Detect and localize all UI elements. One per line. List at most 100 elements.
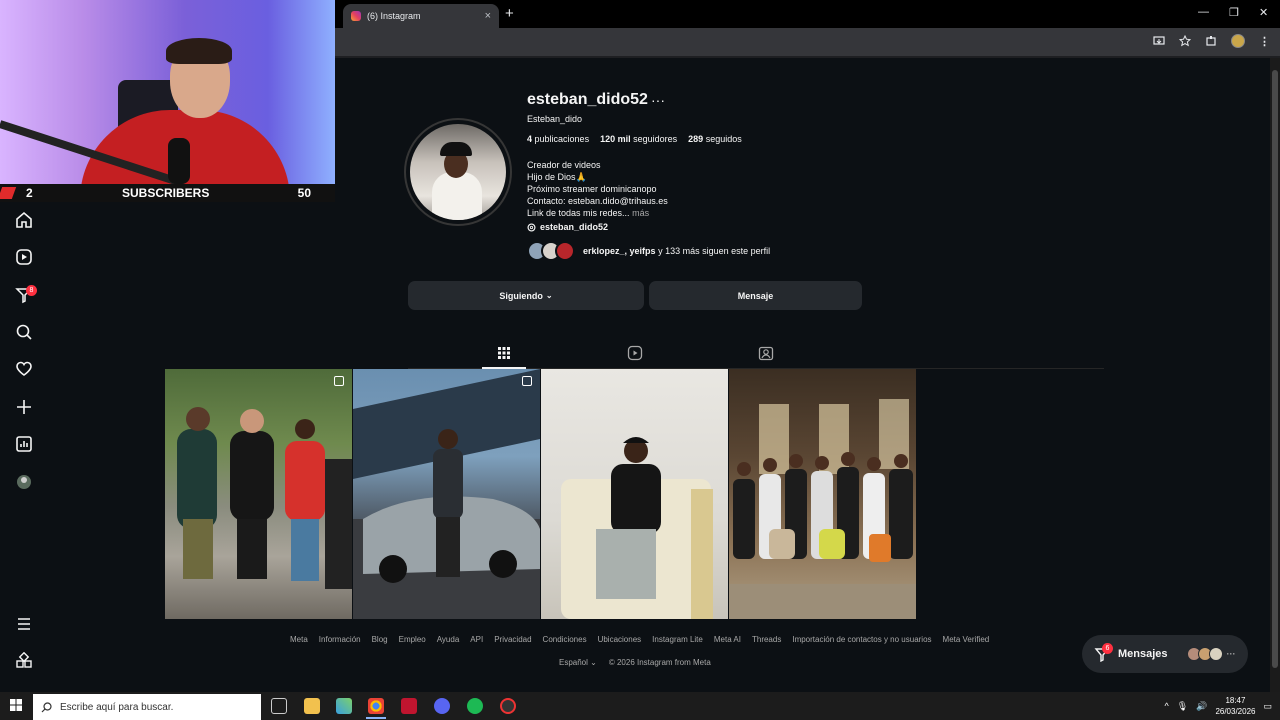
file-explorer-icon[interactable] <box>304 698 320 714</box>
microphone-icon[interactable]: 🎙 <box>1177 701 1188 712</box>
spotify-icon[interactable] <box>467 698 483 714</box>
chrome-icon[interactable] <box>368 698 384 714</box>
active-app-indicator <box>366 717 386 719</box>
footer-link[interactable]: Importación de contactos y no usuarios <box>792 635 931 644</box>
notifications-badge: 8 <box>26 285 37 296</box>
bio-line: Contacto: esteban.dido@trihaus.es <box>527 196 668 206</box>
chrome-divider <box>335 56 1280 58</box>
followed-by[interactable]: erklopez_, yeifps y 133 más siguen este … <box>527 241 770 261</box>
taskbar-search-input[interactable]: Escribe aquí para buscar. <box>33 694 261 720</box>
footer-link[interactable]: Threads <box>752 635 781 644</box>
minimize-button[interactable]: — <box>1198 6 1209 18</box>
avatar-cap <box>440 142 472 156</box>
dashboard-icon[interactable] <box>15 435 33 453</box>
bio-more-link[interactable]: más <box>632 208 649 218</box>
footer-link[interactable]: Condiciones <box>543 635 587 644</box>
tab-posts-grid-icon[interactable] <box>496 345 512 361</box>
create-icon[interactable] <box>15 398 33 416</box>
scrollbar-thumb[interactable] <box>1272 70 1278 668</box>
notification-center-icon[interactable]: ▭ <box>1263 701 1272 712</box>
restore-button[interactable]: ❐ <box>1229 6 1239 19</box>
tab-reels-icon[interactable] <box>627 345 643 361</box>
profile-icon[interactable] <box>15 473 33 491</box>
posts-stat: 4 publicaciones <box>527 134 589 144</box>
browser-profile-avatar[interactable] <box>1231 34 1245 48</box>
more-icon[interactable] <box>15 651 33 670</box>
store-icon[interactable] <box>336 698 352 714</box>
footer-link[interactable]: Privacidad <box>494 635 531 644</box>
footer-link[interactable]: Meta Verified <box>943 635 990 644</box>
copyright: © 2026 Instagram from Meta <box>608 658 711 667</box>
notifications-icon[interactable] <box>15 360 33 378</box>
tab-tagged-icon[interactable] <box>758 345 774 361</box>
footer-link[interactable]: Información <box>319 635 361 644</box>
clock-time: 18:47 <box>1225 696 1246 705</box>
new-tab-button[interactable]: + <box>505 5 514 22</box>
extensions-icon[interactable] <box>1205 35 1217 47</box>
language-select[interactable]: Español ⌄ <box>559 658 597 667</box>
chevron-down-icon: ⌄ <box>590 658 597 667</box>
footer-link[interactable]: API <box>470 635 483 644</box>
profile-options-button[interactable]: ··· <box>651 92 665 108</box>
footer-bottom: Español ⌄ © 2026 Instagram from Meta <box>559 658 711 667</box>
message-button-label: Mensaje <box>737 290 774 301</box>
footer-link[interactable]: Meta <box>290 635 308 644</box>
followed-by-text: erklopez_, yeifps y 133 más siguen este … <box>583 246 770 256</box>
task-view-icon[interactable] <box>271 698 287 714</box>
threads-link[interactable]: esteban_dido52 <box>527 222 608 232</box>
bookmark-star-icon[interactable] <box>1179 35 1191 47</box>
reels-icon[interactable] <box>15 248 33 266</box>
followed-by-names: erklopez_, yeifps <box>583 246 656 256</box>
taskbar-search-placeholder: Escribe aquí para buscar. <box>60 701 174 713</box>
menu-icon[interactable] <box>15 615 33 633</box>
language-label: Español <box>559 658 588 667</box>
messages-badge: 6 <box>1102 643 1113 654</box>
messages-button[interactable]: Mensajes ··· <box>1082 635 1248 673</box>
subscriber-count: 2 <box>26 186 33 200</box>
profile-avatar[interactable] <box>404 118 512 226</box>
message-button[interactable]: Mensaje <box>649 281 862 310</box>
home-icon[interactable] <box>15 211 33 229</box>
footer-link[interactable]: Meta AI <box>714 635 741 644</box>
close-window-button[interactable]: ✕ <box>1259 6 1268 19</box>
footer-link[interactable]: Ubicaciones <box>598 635 642 644</box>
clock[interactable]: 18:47 26/03/2026 <box>1215 695 1255 717</box>
post-image-sofa-photo <box>561 437 713 619</box>
threads-handle: esteban_dido52 <box>540 222 609 232</box>
volume-icon[interactable]: 🔊 <box>1196 701 1207 712</box>
windows-start-icon[interactable] <box>10 699 22 711</box>
tray-chevron-up-icon[interactable]: ^ <box>1165 701 1169 711</box>
obs-icon[interactable] <box>500 698 516 714</box>
footer-link[interactable]: Empleo <box>399 635 426 644</box>
browser-menu-icon[interactable]: ⋮ <box>1259 35 1270 48</box>
post-thumbnail[interactable] <box>353 369 540 619</box>
followers-label: seguidores <box>633 134 678 144</box>
install-app-icon[interactable] <box>1153 35 1165 47</box>
post-thumbnail[interactable] <box>541 369 728 619</box>
footer-link[interactable]: Blog <box>372 635 388 644</box>
adobe-icon[interactable] <box>401 698 417 714</box>
streamer-hair <box>166 38 232 64</box>
messages-avatars: ··· <box>1186 647 1236 661</box>
messages-label: Mensajes <box>1118 648 1168 660</box>
bio-line: Creador de videos <box>527 160 601 170</box>
footer-link[interactable]: Instagram Lite <box>652 635 703 644</box>
followers-count: 120 mil <box>600 134 631 144</box>
tab-title: (6) Instagram <box>367 11 421 21</box>
post-thumbnail[interactable] <box>165 369 352 619</box>
following-button[interactable]: Siguiendo ⌄ <box>408 281 644 310</box>
browser-tab-instagram[interactable]: (6) Instagram × <box>343 4 499 28</box>
discord-icon[interactable] <box>434 698 450 714</box>
footer-link[interactable]: Ayuda <box>437 635 460 644</box>
bio-line: Próximo streamer dominicanopo <box>527 184 657 194</box>
followers-stat[interactable]: 120 mil seguidores <box>600 134 677 144</box>
search-icon[interactable] <box>15 323 33 341</box>
subscriber-goal: 50 <box>297 186 311 200</box>
tab-close-icon[interactable]: × <box>485 10 491 22</box>
post-thumbnail[interactable] <box>729 369 916 619</box>
instagram-favicon-icon <box>351 11 361 21</box>
following-count: 289 <box>688 134 704 144</box>
following-stat[interactable]: 289 seguidos <box>688 134 742 144</box>
messages-more-icon: ··· <box>1226 649 1236 659</box>
footer-links: Meta Información Blog Empleo Ayuda API P… <box>290 635 990 644</box>
